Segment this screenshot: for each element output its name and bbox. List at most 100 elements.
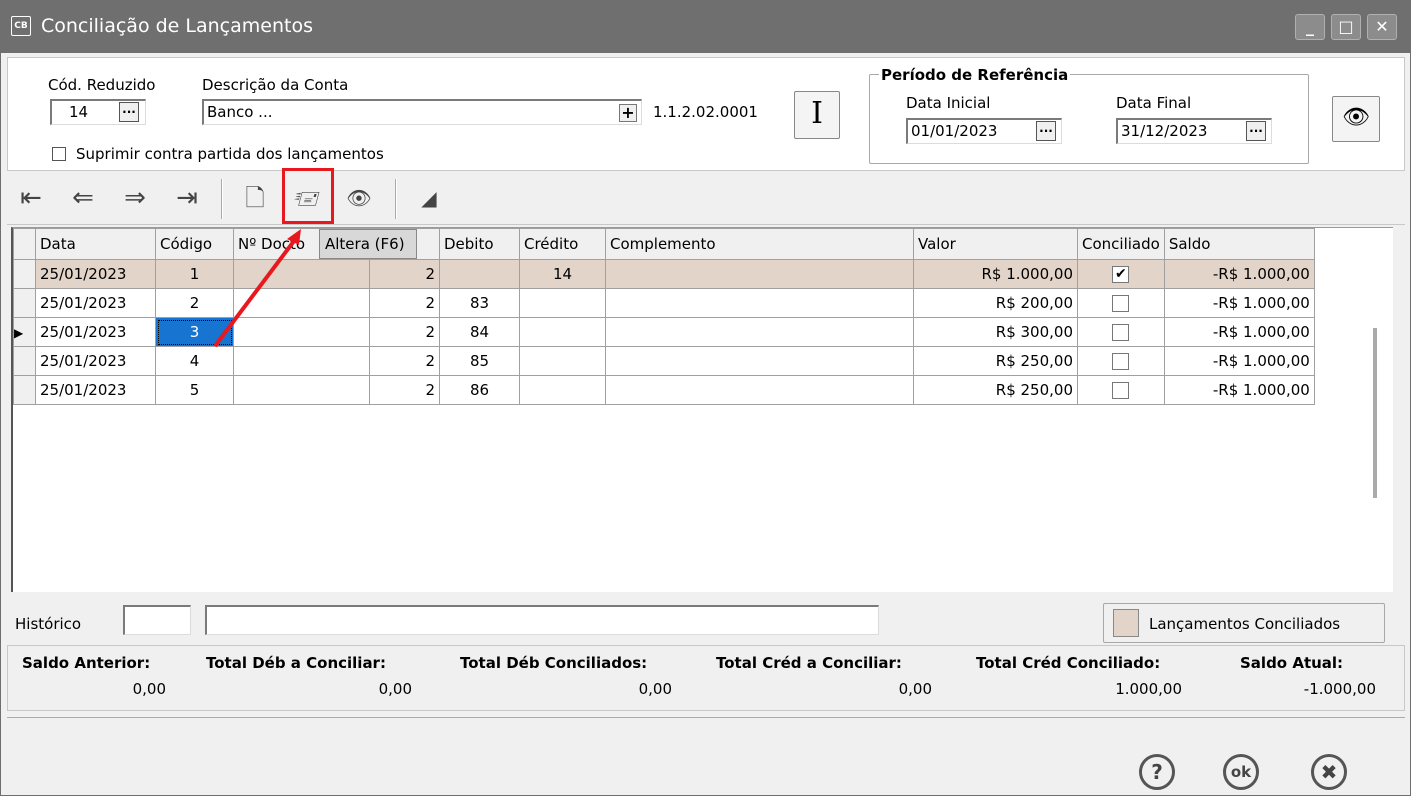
table-row[interactable]: 25/01/2023 5 2 86 R$ 250,00 -R$ 1.000,00 [13, 375, 1315, 405]
view-icon[interactable]: 👁 [339, 183, 379, 217]
data-inicial-picker-button[interactable]: ... [1036, 121, 1056, 141]
lancamentos-table: Data Código Nº Docto Debito Crédito Comp… [13, 228, 1315, 405]
ok-button[interactable]: ok [1223, 754, 1259, 790]
cell-credito[interactable] [519, 288, 606, 318]
cell-complemento[interactable] [605, 375, 914, 405]
cell-credito[interactable] [519, 346, 606, 376]
col-data[interactable]: Data [35, 228, 156, 260]
suprimir-checkbox[interactable] [52, 147, 66, 161]
cell-n[interactable]: 2 [369, 288, 440, 318]
conciliado-checkbox[interactable] [1112, 324, 1130, 341]
cell-codigo[interactable]: 4 [155, 346, 234, 376]
cell-saldo[interactable]: -R$ 1.000,00 [1163, 288, 1315, 318]
cell-saldo[interactable]: -R$ 1.000,00 [1163, 317, 1315, 347]
cell-valor[interactable]: R$ 1.000,00 [913, 259, 1078, 289]
cell-docto[interactable] [233, 375, 370, 405]
table-row[interactable]: 25/01/2023 2 2 83 R$ 200,00 -R$ 1.000,00 [13, 288, 1315, 318]
suprimir-label: Suprimir contra partida dos lançamentos [76, 145, 384, 163]
cell-complemento[interactable] [605, 259, 914, 289]
cell-valor[interactable]: R$ 300,00 [913, 317, 1078, 347]
historico-area: Histórico Lançamentos Conciliados [7, 597, 1405, 647]
new-icon[interactable]: 🗋 [235, 183, 275, 217]
cell-saldo[interactable]: -R$ 1.000,00 [1163, 346, 1315, 376]
cell-debito[interactable] [439, 259, 520, 289]
col-saldo[interactable]: Saldo [1163, 228, 1315, 260]
cell-conciliado[interactable] [1077, 375, 1165, 405]
cell-data[interactable]: 25/01/2023 [35, 317, 156, 347]
descricao-field[interactable]: Banco ... [202, 99, 642, 125]
table-row[interactable]: ▶ 25/01/2023 3 2 84 R$ 300,00 -R$ 1.000,… [13, 317, 1315, 347]
cell-credito[interactable] [519, 317, 606, 347]
cell-debito[interactable]: 86 [439, 375, 520, 405]
first-icon[interactable]: ⇤ [11, 183, 51, 217]
cell-credito[interactable]: 14 [519, 259, 606, 289]
cell-codigo[interactable]: 2 [155, 288, 234, 318]
view-period-button[interactable]: 👁 [1332, 96, 1380, 142]
cell-codigo[interactable]: 1 [155, 259, 234, 289]
cell-data[interactable]: 25/01/2023 [35, 259, 156, 289]
cell-complemento[interactable] [605, 288, 914, 318]
col-conciliado[interactable]: Conciliado [1077, 228, 1165, 260]
next-icon[interactable]: ⇒ [115, 183, 155, 217]
cell-codigo[interactable]: 5 [155, 375, 234, 405]
cell-codigo[interactable]: 3 [155, 317, 234, 347]
col-credito[interactable]: Crédito [519, 228, 606, 260]
col-valor[interactable]: Valor [913, 228, 1078, 260]
cell-conciliado[interactable] [1077, 317, 1165, 347]
cell-n[interactable]: 2 [369, 375, 440, 405]
table-row[interactable]: 25/01/2023 1 2 14 R$ 1.000,00 ✔ -R$ 1.00… [13, 259, 1315, 289]
conciliado-checkbox[interactable] [1112, 382, 1130, 399]
cod-reduzido-value: 14 [69, 103, 89, 121]
cell-credito[interactable] [519, 375, 606, 405]
last-icon[interactable]: ⇥ [167, 183, 207, 217]
cell-n[interactable]: 2 [369, 259, 440, 289]
col-complemento[interactable]: Complemento [605, 228, 914, 260]
conciliado-checkbox[interactable] [1112, 295, 1130, 312]
cell-complemento[interactable] [605, 317, 914, 347]
cell-data[interactable]: 25/01/2023 [35, 375, 156, 405]
descricao-value: Banco ... [207, 103, 273, 121]
toolbar-separator [395, 179, 397, 219]
cell-saldo[interactable]: -R$ 1.000,00 [1163, 375, 1315, 405]
cell-conciliado[interactable] [1077, 288, 1165, 318]
historico-code-field[interactable] [123, 605, 191, 635]
conciliado-checkbox[interactable]: ✔ [1112, 266, 1130, 283]
cell-valor[interactable]: R$ 250,00 [913, 346, 1078, 376]
cell-complemento[interactable] [605, 346, 914, 376]
cell-valor[interactable]: R$ 200,00 [913, 288, 1078, 318]
cell-debito[interactable]: 84 [439, 317, 520, 347]
col-codigo[interactable]: Código [155, 228, 234, 260]
cell-docto[interactable] [233, 346, 370, 376]
minimize-icon[interactable]: _ [1295, 14, 1325, 40]
cell-valor[interactable]: R$ 250,00 [913, 375, 1078, 405]
conciliado-checkbox[interactable] [1112, 353, 1130, 370]
eraser-icon[interactable]: ◢ [409, 183, 449, 217]
cell-n[interactable]: 2 [369, 317, 440, 347]
expand-button[interactable]: + [619, 104, 637, 122]
col-debito[interactable]: Debito [439, 228, 520, 260]
cell-docto[interactable] [233, 288, 370, 318]
cell-docto[interactable] [233, 317, 370, 347]
cell-data[interactable]: 25/01/2023 [35, 288, 156, 318]
info-button[interactable]: I [794, 91, 840, 139]
cell-conciliado[interactable] [1077, 346, 1165, 376]
cell-debito[interactable]: 85 [439, 346, 520, 376]
cell-data[interactable]: 25/01/2023 [35, 346, 156, 376]
historico-text-field[interactable] [205, 605, 879, 635]
data-final-picker-button[interactable]: ... [1246, 121, 1266, 141]
cell-conciliado[interactable]: ✔ [1077, 259, 1165, 289]
vertical-scrollbar[interactable] [1373, 328, 1377, 498]
window-title: Conciliação de Lançamentos [41, 15, 313, 37]
cell-docto[interactable] [233, 259, 370, 289]
table-row[interactable]: 25/01/2023 4 2 85 R$ 250,00 -R$ 1.000,00 [13, 346, 1315, 376]
prev-icon[interactable]: ⇐ [63, 183, 103, 217]
lancamentos-grid[interactable]: Data Código Nº Docto Debito Crédito Comp… [11, 227, 1393, 592]
cell-saldo[interactable]: -R$ 1.000,00 [1163, 259, 1315, 289]
cod-reduzido-lookup-button[interactable]: ... [119, 102, 139, 122]
cancel-button[interactable]: ✖ [1311, 754, 1347, 790]
maximize-icon[interactable]: □ [1331, 14, 1361, 40]
help-button[interactable]: ? [1139, 754, 1175, 790]
cell-debito[interactable]: 83 [439, 288, 520, 318]
close-icon[interactable]: ✕ [1367, 14, 1397, 40]
cell-n[interactable]: 2 [369, 346, 440, 376]
